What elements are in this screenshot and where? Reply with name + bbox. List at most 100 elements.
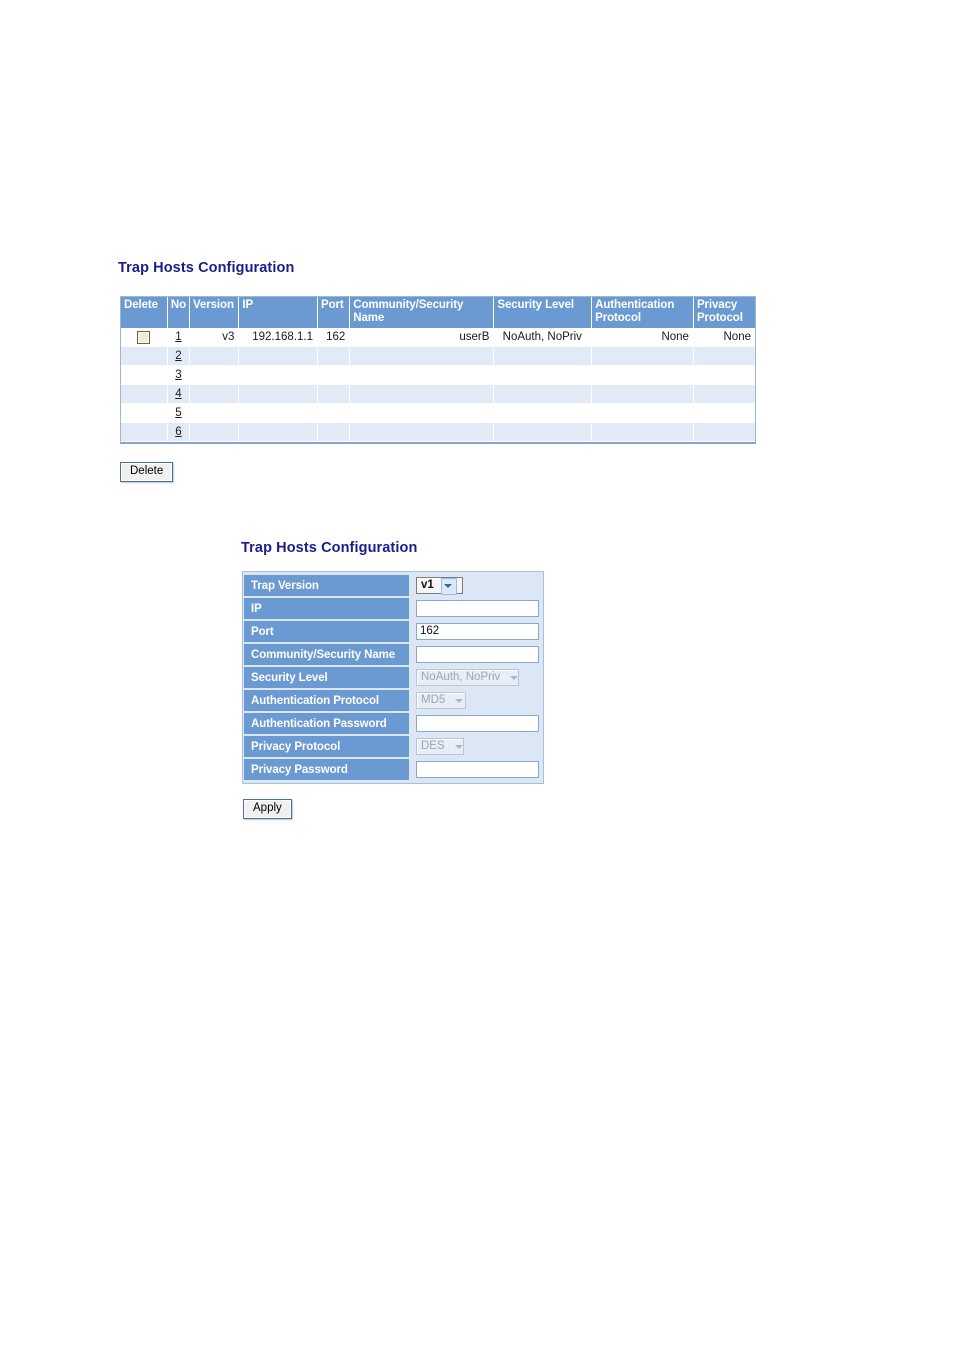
cell-port: 162 bbox=[317, 327, 351, 348]
form-row-authentication-protocol: Authentication Protocol MD5 bbox=[244, 690, 542, 711]
row-no-link[interactable]: 2 bbox=[175, 350, 181, 362]
label-security-level: Security Level bbox=[244, 667, 411, 688]
label-ip: IP bbox=[244, 598, 411, 619]
cell-community bbox=[349, 422, 495, 443]
cell-privacy-protocol bbox=[693, 365, 755, 386]
form-row-trap-version: Trap Version v1 bbox=[244, 575, 542, 596]
row-delete-cell bbox=[121, 346, 168, 367]
label-trap-version: Trap Version bbox=[244, 575, 411, 596]
cell-port bbox=[317, 422, 351, 443]
form-row-ip: IP bbox=[244, 598, 542, 619]
authentication-password-input[interactable] bbox=[416, 715, 539, 732]
cell-auth-protocol: None bbox=[591, 327, 694, 348]
label-privacy-password: Privacy Password bbox=[244, 759, 411, 780]
community-security-name-input[interactable] bbox=[416, 646, 539, 663]
authentication-protocol-select: MD5 bbox=[416, 692, 466, 709]
form-row-authentication-password: Authentication Password bbox=[244, 713, 542, 734]
cell-privacy-protocol: None bbox=[693, 327, 755, 348]
row-no-link[interactable]: 5 bbox=[175, 407, 181, 419]
delete-button[interactable]: Delete bbox=[120, 462, 174, 482]
cell-auth-protocol bbox=[591, 346, 694, 367]
table-row: 1 v3 192.168.1.1 162 userB NoAuth, NoPriv None… bbox=[121, 327, 755, 348]
cell-community bbox=[349, 346, 495, 367]
trap-version-select[interactable]: v1 bbox=[416, 577, 463, 595]
row-delete-cell bbox=[121, 422, 168, 443]
cell-port bbox=[317, 365, 351, 386]
cell-port bbox=[317, 403, 351, 424]
cell-privacy-protocol bbox=[693, 422, 755, 443]
privacy-protocol-select-value: DES bbox=[421, 740, 445, 752]
row-no-link[interactable]: 4 bbox=[175, 388, 181, 400]
cell-version bbox=[189, 422, 240, 443]
cell-version bbox=[189, 403, 240, 424]
column-header-community-security-name: Community/Security Name bbox=[349, 297, 495, 328]
column-header-no: No bbox=[167, 297, 191, 328]
chevron-down-icon bbox=[452, 739, 466, 754]
column-header-privacy-protocol: Privacy Protocol bbox=[693, 297, 755, 328]
cell-ip: 192.168.1.1 bbox=[238, 327, 319, 348]
cell-ip bbox=[238, 403, 319, 424]
row-no-cell: 5 bbox=[167, 403, 191, 424]
cell-ip bbox=[238, 346, 319, 367]
cell-security-level: NoAuth, NoPriv bbox=[493, 327, 593, 348]
row-no-cell: 2 bbox=[167, 346, 191, 367]
column-header-version: Version bbox=[189, 297, 240, 328]
row-no-cell: 1 bbox=[167, 327, 191, 348]
column-header-security-level: Security Level bbox=[493, 297, 593, 328]
trap-hosts-table: Delete No Version IP Port Community/Secu… bbox=[121, 297, 755, 443]
cell-port bbox=[317, 384, 351, 405]
row-delete-cell bbox=[121, 384, 168, 405]
column-header-ip: IP bbox=[238, 297, 319, 328]
row-delete-cell bbox=[121, 365, 168, 386]
table-header-row: Delete No Version IP Port Community/Secu… bbox=[121, 297, 755, 328]
trap-hosts-form-table: Trap Version v1 IP Port 162 Community/Se… bbox=[244, 573, 542, 782]
privacy-password-input[interactable] bbox=[416, 761, 539, 778]
cell-ip bbox=[238, 384, 319, 405]
cell-community bbox=[349, 403, 495, 424]
row-no-link[interactable]: 1 bbox=[175, 331, 181, 343]
cell-security-level bbox=[493, 422, 593, 443]
cell-auth-protocol bbox=[591, 403, 694, 424]
form-row-community-security-name: Community/Security Name bbox=[244, 644, 542, 665]
trap-hosts-form-container: Trap Version v1 IP Port 162 Community/Se… bbox=[242, 571, 544, 784]
trap-version-select-value: v1 bbox=[421, 579, 434, 591]
cell-privacy-protocol bbox=[693, 346, 755, 367]
cell-auth-protocol bbox=[591, 365, 694, 386]
cell-community bbox=[349, 365, 495, 386]
apply-button[interactable]: Apply bbox=[243, 799, 292, 819]
table-row: 5 bbox=[121, 403, 755, 424]
row-delete-checkbox[interactable] bbox=[137, 330, 151, 344]
column-header-delete: Delete bbox=[121, 297, 168, 328]
row-no-cell: 4 bbox=[167, 384, 191, 405]
privacy-protocol-select: DES bbox=[416, 738, 464, 755]
chevron-down-icon bbox=[441, 578, 457, 595]
form-row-privacy-password: Privacy Password bbox=[244, 759, 542, 780]
cell-security-level bbox=[493, 346, 593, 367]
cell-security-level bbox=[493, 384, 593, 405]
cell-community bbox=[349, 384, 495, 405]
column-header-authentication-protocol: Authentication Protocol bbox=[591, 297, 694, 328]
cell-community: userB bbox=[349, 327, 495, 348]
row-no-cell: 3 bbox=[167, 365, 191, 386]
trap-hosts-table-container: Delete No Version IP Port Community/Secu… bbox=[120, 296, 756, 445]
form-row-port: Port 162 bbox=[244, 621, 542, 642]
cell-version bbox=[189, 346, 240, 367]
label-port: Port bbox=[244, 621, 411, 642]
label-privacy-protocol: Privacy Protocol bbox=[244, 736, 411, 757]
cell-ip bbox=[238, 422, 319, 443]
table-row: 2 bbox=[121, 346, 755, 367]
ip-input[interactable] bbox=[416, 600, 539, 617]
security-level-select-value: NoAuth, NoPriv bbox=[421, 671, 501, 683]
form-row-privacy-protocol: Privacy Protocol DES bbox=[244, 736, 542, 757]
label-authentication-password: Authentication Password bbox=[244, 713, 411, 734]
row-no-link[interactable]: 3 bbox=[175, 369, 181, 381]
trap-hosts-list-title: Trap Hosts Configuration bbox=[118, 260, 295, 276]
chevron-down-icon bbox=[452, 693, 466, 708]
table-row: 3 bbox=[121, 365, 755, 386]
label-community-security-name: Community/Security Name bbox=[244, 644, 411, 665]
cell-port bbox=[317, 346, 351, 367]
row-no-link[interactable]: 6 bbox=[175, 426, 181, 438]
form-row-security-level: Security Level NoAuth, NoPriv bbox=[244, 667, 542, 688]
port-input[interactable]: 162 bbox=[416, 623, 539, 640]
cell-version: v3 bbox=[189, 327, 240, 348]
